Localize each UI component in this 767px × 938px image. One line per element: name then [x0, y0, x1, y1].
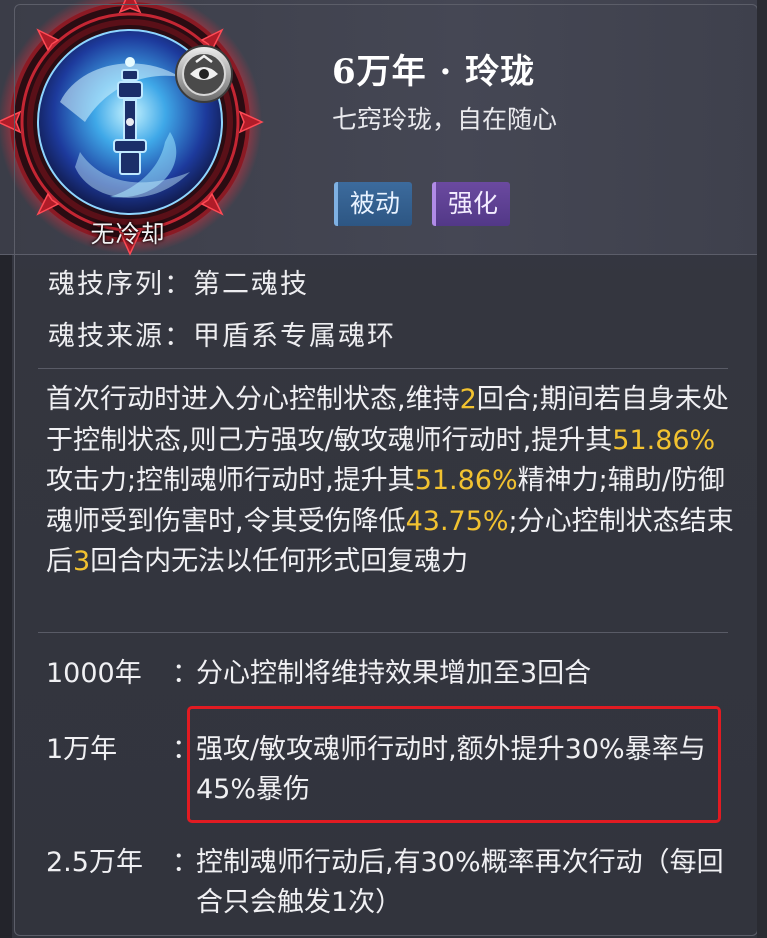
- card-frame: [14, 4, 758, 936]
- skill-detail-card: 无冷却 6万年 · 玲珑 七窍玲珑，自在随心 被动 强化 魂技序列：第二魂技 魂…: [0, 0, 767, 938]
